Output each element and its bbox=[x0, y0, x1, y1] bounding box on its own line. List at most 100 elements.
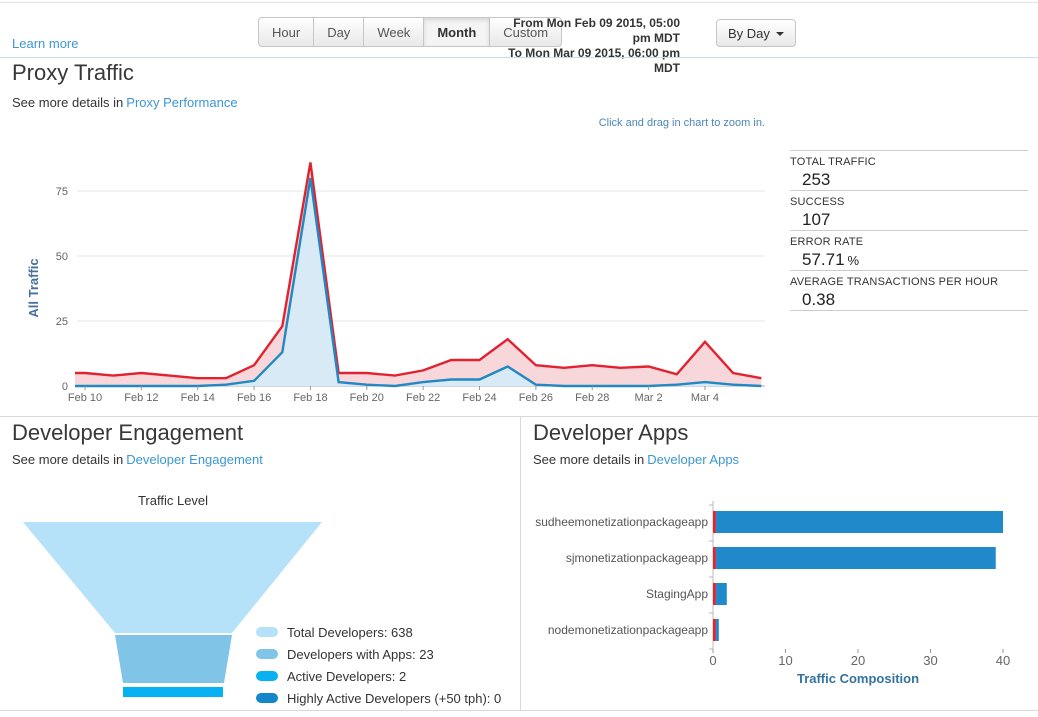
learn-more-link[interactable]: Learn more bbox=[12, 36, 78, 51]
svg-text:Feb 16: Feb 16 bbox=[237, 392, 271, 404]
funnel-legend: Total Developers: 638 Developers with App… bbox=[256, 621, 501, 709]
success-line bbox=[75, 177, 762, 388]
y-axis-title: All Traffic bbox=[26, 258, 41, 317]
gridlines bbox=[77, 190, 765, 387]
stat-total-traffic: TOTAL TRAFFIC 253 bbox=[790, 150, 1028, 190]
traffic-area-chart[interactable]: 0255075Feb 10 Feb 12 Feb 14 Feb 16 Feb 18 Feb… bbox=[20, 138, 780, 406]
subtitle-prefix: See more details in bbox=[533, 452, 645, 467]
section-divider bbox=[0, 416, 1038, 417]
svg-text:Feb 12: Feb 12 bbox=[124, 392, 158, 404]
bottom-divider bbox=[0, 710, 1038, 711]
legend-swatch-icon bbox=[256, 649, 278, 659]
time-range-button-week[interactable]: Week bbox=[363, 17, 425, 47]
stat-value: 0.38 bbox=[802, 290, 836, 309]
svg-text:20: 20 bbox=[851, 653, 865, 668]
bar-label-stagingapp: StagingApp bbox=[646, 587, 708, 601]
proxy-performance-link[interactable]: Proxy Performance bbox=[126, 95, 237, 110]
analytics-dashboard: Learn more Hour Day Week Month Custom From M… bbox=[0, 0, 1038, 717]
legend-item: Developers with Apps: 23 bbox=[256, 643, 501, 665]
svg-text:10: 10 bbox=[778, 653, 792, 668]
zoom-hint: Click and drag in chart to zoom in. bbox=[598, 117, 765, 129]
bar-stagingapp-success-traffic[interactable] bbox=[715, 583, 727, 605]
proxy-traffic-subtitle: See more details in Proxy Performance bbox=[12, 95, 238, 110]
svg-text:Mar 4: Mar 4 bbox=[691, 392, 719, 404]
developer-engagement-title: Developer Engagement bbox=[12, 420, 244, 445]
svg-text:40: 40 bbox=[996, 653, 1010, 668]
stat-error-rate: ERROR RATE 57.71% bbox=[790, 230, 1028, 270]
group-by-dropdown[interactable]: By Day bbox=[716, 19, 796, 47]
bar-stagingapp-error-traffic[interactable] bbox=[713, 583, 716, 605]
svg-text:Feb 18: Feb 18 bbox=[293, 392, 327, 404]
developer-apps-title: Developer Apps bbox=[533, 420, 689, 445]
svg-text:Feb 10: Feb 10 bbox=[68, 392, 102, 404]
x-axis-title: Traffic Composition bbox=[797, 671, 919, 686]
bar-label-sudheemonetizationpackageapp: sudheemonetizationpackageapp bbox=[535, 515, 708, 529]
stat-success: SUCCESS 107 bbox=[790, 190, 1028, 230]
stat-suffix: % bbox=[847, 253, 860, 268]
stat-average-transactions-per-hour: AVERAGE TRANSACTIONS PER HOUR 0.38 bbox=[790, 270, 1028, 310]
legend-swatch-icon bbox=[256, 693, 278, 703]
subtitle-prefix: See more details in bbox=[12, 95, 124, 110]
subtitle-prefix: See more details in bbox=[12, 452, 124, 467]
svg-text:Feb 26: Feb 26 bbox=[519, 392, 553, 404]
svg-text:0: 0 bbox=[709, 653, 716, 668]
svg-text:Mar 2: Mar 2 bbox=[635, 392, 663, 404]
svg-text:50: 50 bbox=[56, 251, 68, 263]
stat-label: SUCCESS bbox=[790, 196, 845, 208]
stat-value: 253 bbox=[802, 170, 831, 189]
time-range-button-hour[interactable]: Hour bbox=[258, 17, 315, 47]
svg-text:Feb 24: Feb 24 bbox=[462, 392, 496, 404]
legend-item: Highly Active Developers (+50 tph): 0 bbox=[256, 687, 501, 709]
success-area bbox=[75, 178, 762, 386]
date-range-label: From Mon Feb 09 2015, 05:00 pm MDT To Mo… bbox=[495, 16, 680, 76]
legend-item: Active Developers: 2 bbox=[256, 665, 501, 687]
stat-label: TOTAL TRAFFIC bbox=[790, 156, 876, 168]
bar-sjmonetizationpackageapp-success-traffic[interactable] bbox=[715, 547, 996, 569]
legend-item: Total Developers: 638 bbox=[256, 621, 501, 643]
all-traffic-total-area bbox=[75, 162, 762, 386]
legend-label: Highly Active Developers (+50 tph): 0 bbox=[287, 690, 502, 706]
funnel-stage-total-developers[interactable] bbox=[23, 522, 322, 633]
stat-label: AVERAGE TRANSACTIONS PER HOUR bbox=[790, 276, 999, 288]
developer-engagement-link[interactable]: Developer Engagement bbox=[126, 452, 263, 467]
legend-label: Active Developers: 2 bbox=[287, 668, 407, 684]
bar-sudheemonetizationpackageapp-error-traffic[interactable] bbox=[713, 511, 716, 533]
proxy-traffic-title: Proxy Traffic bbox=[12, 60, 134, 85]
bar-label-sjmonetizationpackageapp: sjmonetizationpackageapp bbox=[566, 551, 708, 565]
funnel-stage-active-developers[interactable] bbox=[123, 687, 223, 697]
panel-divider bbox=[520, 417, 521, 710]
developer-apps-link[interactable]: Developer Apps bbox=[647, 452, 739, 467]
legend-swatch-icon bbox=[256, 627, 278, 637]
bar-chart-labels: sudheemonetizationpackageapp sjmonetizati… bbox=[535, 515, 1010, 668]
legend-label: Total Developers: 638 bbox=[287, 624, 413, 640]
svg-text:Feb 20: Feb 20 bbox=[350, 392, 384, 404]
group-by-label: By Day bbox=[728, 25, 770, 41]
header-divider bbox=[0, 57, 1038, 58]
traffic-stats-panel: TOTAL TRAFFIC 253 SUCCESS 107 ERROR RATE 57.7… bbox=[790, 150, 1028, 311]
funnel-title: Traffic Level bbox=[138, 493, 208, 508]
bar-sudheemonetizationpackageapp-success-traffic[interactable] bbox=[715, 511, 1003, 533]
traffic-composition-bar-chart: sudheemonetizationpackageapp sjmonetizati… bbox=[535, 501, 1010, 686]
svg-text:75: 75 bbox=[56, 186, 68, 198]
date-from: From Mon Feb 09 2015, 05:00 pm MDT bbox=[513, 16, 680, 45]
time-range-button-month[interactable]: Month bbox=[423, 17, 491, 47]
bar-nodemonetizationpackageapp-success-traffic[interactable] bbox=[715, 619, 719, 641]
bar-nodemonetizationpackageapp-error-traffic[interactable] bbox=[713, 619, 716, 641]
legend-label: Developers with Apps: 23 bbox=[287, 646, 434, 662]
date-to: To Mon Mar 09 2015, 06:00 pm MDT bbox=[508, 46, 680, 75]
bar-sjmonetizationpackageapp-error-traffic[interactable] bbox=[713, 547, 716, 569]
funnel-stage-developers-with-apps[interactable] bbox=[115, 635, 232, 683]
time-range-button-day[interactable]: Day bbox=[313, 17, 365, 47]
bar-label-nodemonetizationpackageapp: nodemonetizationpackageapp bbox=[548, 623, 708, 637]
svg-text:Feb 14: Feb 14 bbox=[181, 392, 215, 404]
stat-label: ERROR RATE bbox=[790, 236, 864, 248]
top-divider bbox=[0, 2, 1038, 3]
stat-value: 107 bbox=[802, 210, 831, 229]
svg-text:30: 30 bbox=[923, 653, 937, 668]
developer-apps-subtitle: See more details in Developer Apps bbox=[533, 452, 739, 467]
stat-value: 57.71% bbox=[802, 250, 860, 269]
caret-down-icon bbox=[775, 32, 784, 37]
svg-text:Feb 28: Feb 28 bbox=[575, 392, 609, 404]
svg-text:Feb 22: Feb 22 bbox=[406, 392, 440, 404]
svg-text:25: 25 bbox=[56, 316, 68, 328]
